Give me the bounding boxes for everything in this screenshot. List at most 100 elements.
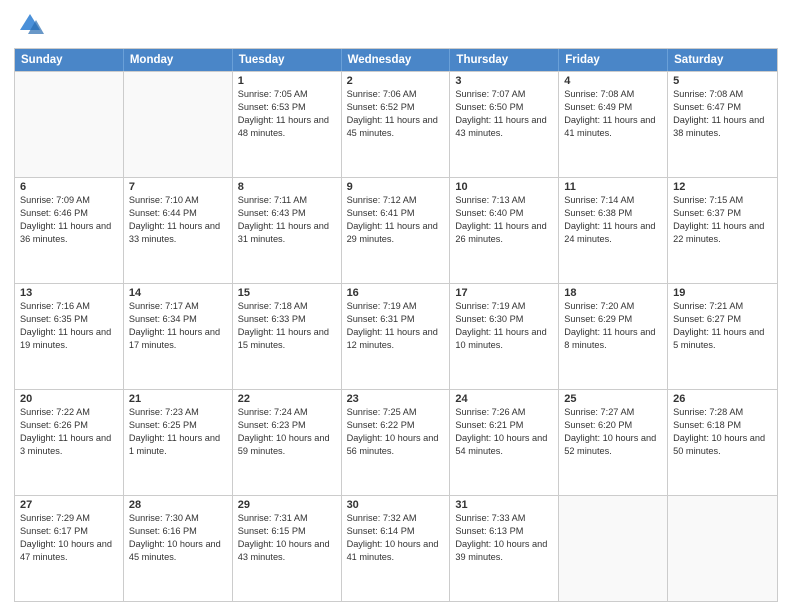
day-cell-9: 9Sunrise: 7:12 AM Sunset: 6:41 PM Daylig… <box>342 178 451 283</box>
day-cell-25: 25Sunrise: 7:27 AM Sunset: 6:20 PM Dayli… <box>559 390 668 495</box>
header-cell-thursday: Thursday <box>450 49 559 71</box>
day-number: 7 <box>129 181 227 193</box>
day-info: Sunrise: 7:31 AM Sunset: 6:15 PM Dayligh… <box>238 512 336 564</box>
header-cell-tuesday: Tuesday <box>233 49 342 71</box>
day-number: 31 <box>455 499 553 511</box>
day-cell-26: 26Sunrise: 7:28 AM Sunset: 6:18 PM Dayli… <box>668 390 777 495</box>
day-info: Sunrise: 7:05 AM Sunset: 6:53 PM Dayligh… <box>238 88 336 140</box>
day-cell-7: 7Sunrise: 7:10 AM Sunset: 6:44 PM Daylig… <box>124 178 233 283</box>
day-number: 23 <box>347 393 445 405</box>
day-number: 1 <box>238 75 336 87</box>
day-cell-5: 5Sunrise: 7:08 AM Sunset: 6:47 PM Daylig… <box>668 72 777 177</box>
header-cell-wednesday: Wednesday <box>342 49 451 71</box>
day-cell-12: 12Sunrise: 7:15 AM Sunset: 6:37 PM Dayli… <box>668 178 777 283</box>
day-number: 24 <box>455 393 553 405</box>
calendar: SundayMondayTuesdayWednesdayThursdayFrid… <box>14 48 778 602</box>
day-number: 18 <box>564 287 662 299</box>
day-number: 15 <box>238 287 336 299</box>
week-row-5: 27Sunrise: 7:29 AM Sunset: 6:17 PM Dayli… <box>15 495 777 601</box>
day-info: Sunrise: 7:23 AM Sunset: 6:25 PM Dayligh… <box>129 406 227 458</box>
day-info: Sunrise: 7:24 AM Sunset: 6:23 PM Dayligh… <box>238 406 336 458</box>
day-cell-23: 23Sunrise: 7:25 AM Sunset: 6:22 PM Dayli… <box>342 390 451 495</box>
day-info: Sunrise: 7:15 AM Sunset: 6:37 PM Dayligh… <box>673 194 772 246</box>
day-cell-30: 30Sunrise: 7:32 AM Sunset: 6:14 PM Dayli… <box>342 496 451 601</box>
day-info: Sunrise: 7:25 AM Sunset: 6:22 PM Dayligh… <box>347 406 445 458</box>
day-number: 29 <box>238 499 336 511</box>
day-cell-2: 2Sunrise: 7:06 AM Sunset: 6:52 PM Daylig… <box>342 72 451 177</box>
day-info: Sunrise: 7:13 AM Sunset: 6:40 PM Dayligh… <box>455 194 553 246</box>
day-info: Sunrise: 7:20 AM Sunset: 6:29 PM Dayligh… <box>564 300 662 352</box>
empty-cell <box>559 496 668 601</box>
empty-cell <box>15 72 124 177</box>
week-row-3: 13Sunrise: 7:16 AM Sunset: 6:35 PM Dayli… <box>15 283 777 389</box>
day-cell-13: 13Sunrise: 7:16 AM Sunset: 6:35 PM Dayli… <box>15 284 124 389</box>
day-cell-4: 4Sunrise: 7:08 AM Sunset: 6:49 PM Daylig… <box>559 72 668 177</box>
day-info: Sunrise: 7:08 AM Sunset: 6:47 PM Dayligh… <box>673 88 772 140</box>
day-number: 10 <box>455 181 553 193</box>
day-number: 27 <box>20 499 118 511</box>
day-info: Sunrise: 7:28 AM Sunset: 6:18 PM Dayligh… <box>673 406 772 458</box>
day-info: Sunrise: 7:09 AM Sunset: 6:46 PM Dayligh… <box>20 194 118 246</box>
day-info: Sunrise: 7:06 AM Sunset: 6:52 PM Dayligh… <box>347 88 445 140</box>
day-info: Sunrise: 7:16 AM Sunset: 6:35 PM Dayligh… <box>20 300 118 352</box>
day-cell-19: 19Sunrise: 7:21 AM Sunset: 6:27 PM Dayli… <box>668 284 777 389</box>
day-cell-20: 20Sunrise: 7:22 AM Sunset: 6:26 PM Dayli… <box>15 390 124 495</box>
day-cell-24: 24Sunrise: 7:26 AM Sunset: 6:21 PM Dayli… <box>450 390 559 495</box>
day-number: 26 <box>673 393 772 405</box>
day-info: Sunrise: 7:19 AM Sunset: 6:31 PM Dayligh… <box>347 300 445 352</box>
day-cell-10: 10Sunrise: 7:13 AM Sunset: 6:40 PM Dayli… <box>450 178 559 283</box>
day-number: 11 <box>564 181 662 193</box>
empty-cell <box>668 496 777 601</box>
week-row-4: 20Sunrise: 7:22 AM Sunset: 6:26 PM Dayli… <box>15 389 777 495</box>
day-info: Sunrise: 7:14 AM Sunset: 6:38 PM Dayligh… <box>564 194 662 246</box>
day-cell-29: 29Sunrise: 7:31 AM Sunset: 6:15 PM Dayli… <box>233 496 342 601</box>
day-cell-6: 6Sunrise: 7:09 AM Sunset: 6:46 PM Daylig… <box>15 178 124 283</box>
week-row-1: 1Sunrise: 7:05 AM Sunset: 6:53 PM Daylig… <box>15 71 777 177</box>
day-cell-16: 16Sunrise: 7:19 AM Sunset: 6:31 PM Dayli… <box>342 284 451 389</box>
day-number: 14 <box>129 287 227 299</box>
day-info: Sunrise: 7:30 AM Sunset: 6:16 PM Dayligh… <box>129 512 227 564</box>
day-number: 6 <box>20 181 118 193</box>
day-number: 25 <box>564 393 662 405</box>
empty-cell <box>124 72 233 177</box>
day-info: Sunrise: 7:21 AM Sunset: 6:27 PM Dayligh… <box>673 300 772 352</box>
logo <box>14 10 44 40</box>
day-number: 12 <box>673 181 772 193</box>
day-info: Sunrise: 7:33 AM Sunset: 6:13 PM Dayligh… <box>455 512 553 564</box>
day-number: 13 <box>20 287 118 299</box>
day-number: 17 <box>455 287 553 299</box>
day-info: Sunrise: 7:08 AM Sunset: 6:49 PM Dayligh… <box>564 88 662 140</box>
day-info: Sunrise: 7:29 AM Sunset: 6:17 PM Dayligh… <box>20 512 118 564</box>
day-info: Sunrise: 7:11 AM Sunset: 6:43 PM Dayligh… <box>238 194 336 246</box>
day-cell-17: 17Sunrise: 7:19 AM Sunset: 6:30 PM Dayli… <box>450 284 559 389</box>
day-number: 8 <box>238 181 336 193</box>
day-number: 4 <box>564 75 662 87</box>
day-cell-8: 8Sunrise: 7:11 AM Sunset: 6:43 PM Daylig… <box>233 178 342 283</box>
day-number: 16 <box>347 287 445 299</box>
header-cell-sunday: Sunday <box>15 49 124 71</box>
day-info: Sunrise: 7:18 AM Sunset: 6:33 PM Dayligh… <box>238 300 336 352</box>
day-info: Sunrise: 7:17 AM Sunset: 6:34 PM Dayligh… <box>129 300 227 352</box>
day-info: Sunrise: 7:10 AM Sunset: 6:44 PM Dayligh… <box>129 194 227 246</box>
day-cell-21: 21Sunrise: 7:23 AM Sunset: 6:25 PM Dayli… <box>124 390 233 495</box>
header <box>14 10 778 40</box>
day-info: Sunrise: 7:22 AM Sunset: 6:26 PM Dayligh… <box>20 406 118 458</box>
day-number: 3 <box>455 75 553 87</box>
day-number: 19 <box>673 287 772 299</box>
page: SundayMondayTuesdayWednesdayThursdayFrid… <box>0 0 792 612</box>
day-info: Sunrise: 7:19 AM Sunset: 6:30 PM Dayligh… <box>455 300 553 352</box>
day-cell-31: 31Sunrise: 7:33 AM Sunset: 6:13 PM Dayli… <box>450 496 559 601</box>
header-cell-saturday: Saturday <box>668 49 777 71</box>
day-cell-18: 18Sunrise: 7:20 AM Sunset: 6:29 PM Dayli… <box>559 284 668 389</box>
header-cell-monday: Monday <box>124 49 233 71</box>
day-number: 22 <box>238 393 336 405</box>
day-number: 21 <box>129 393 227 405</box>
calendar-header: SundayMondayTuesdayWednesdayThursdayFrid… <box>15 49 777 71</box>
day-number: 2 <box>347 75 445 87</box>
day-info: Sunrise: 7:32 AM Sunset: 6:14 PM Dayligh… <box>347 512 445 564</box>
day-info: Sunrise: 7:27 AM Sunset: 6:20 PM Dayligh… <box>564 406 662 458</box>
day-number: 9 <box>347 181 445 193</box>
day-info: Sunrise: 7:07 AM Sunset: 6:50 PM Dayligh… <box>455 88 553 140</box>
day-cell-14: 14Sunrise: 7:17 AM Sunset: 6:34 PM Dayli… <box>124 284 233 389</box>
week-row-2: 6Sunrise: 7:09 AM Sunset: 6:46 PM Daylig… <box>15 177 777 283</box>
